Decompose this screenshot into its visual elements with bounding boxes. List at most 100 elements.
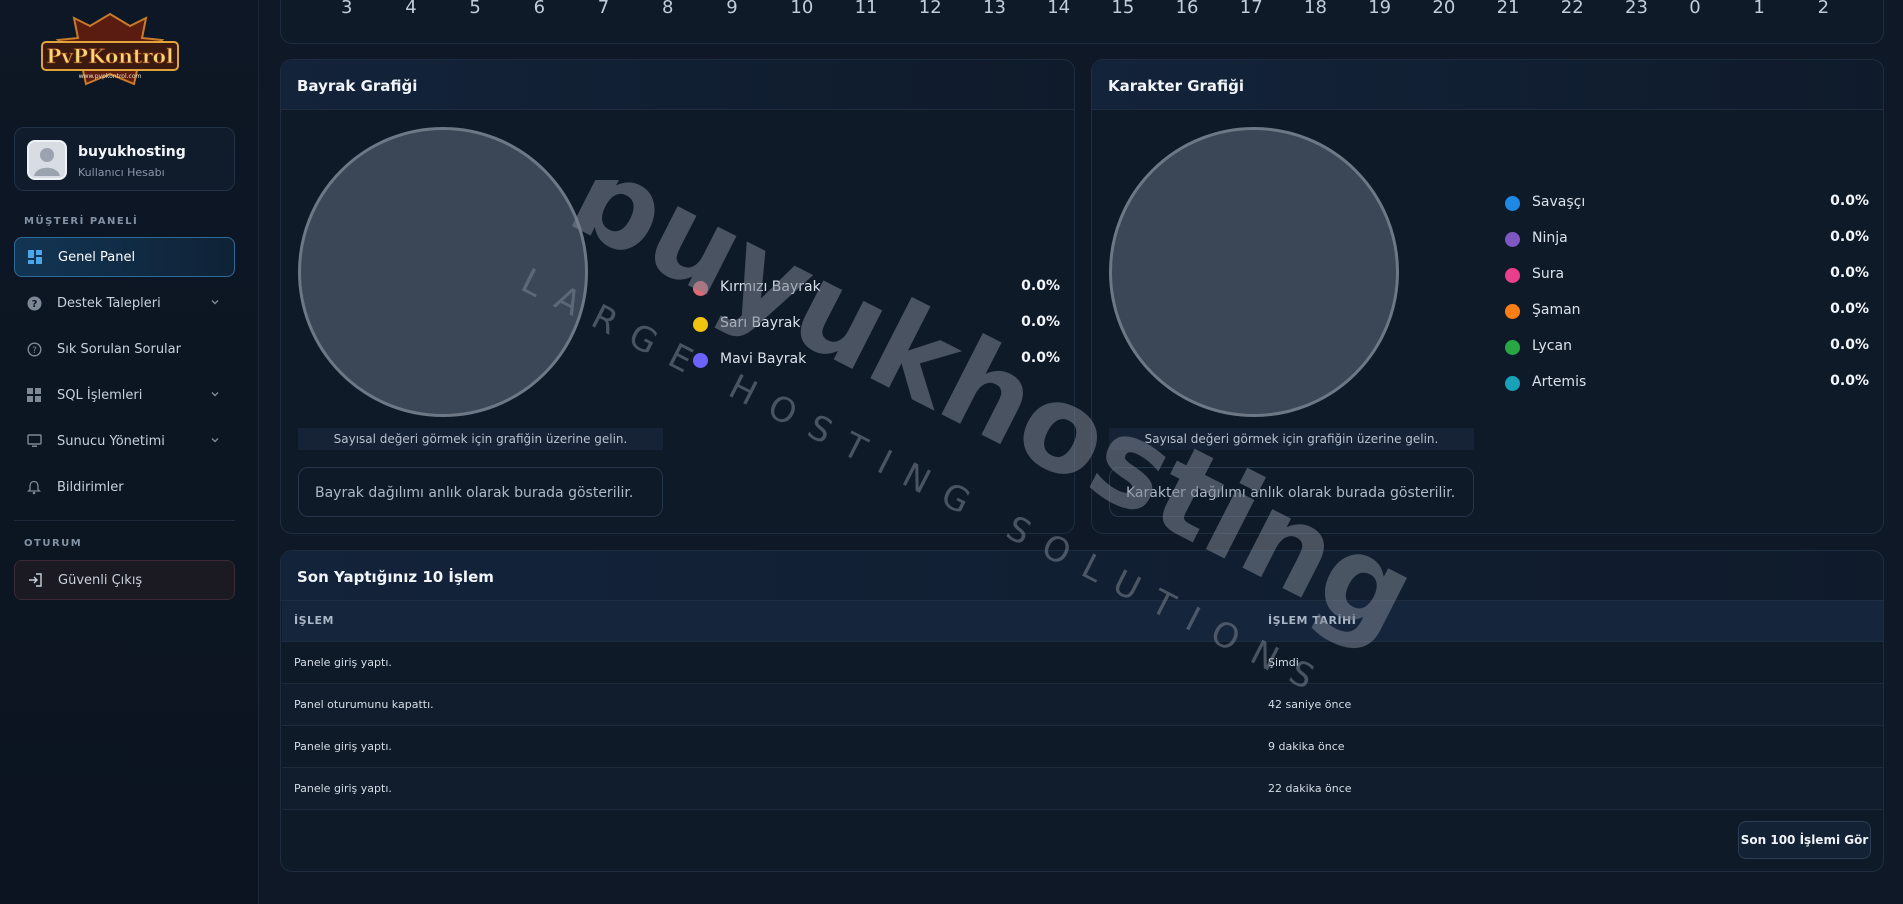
axis-tick-label: 10 [790, 0, 814, 18]
axis-tick-label: 6 [533, 0, 546, 18]
sidebar-item-sss[interactable]: ? Sık Sorulan Sorular [14, 329, 235, 369]
sidebar-item-label: Bildirimler [57, 479, 124, 495]
legend-item: Savaşçı [1505, 193, 1705, 213]
axis-tick-label: 11 [854, 0, 878, 18]
legend-dot [693, 353, 708, 368]
legend-value: 0.0% [1830, 337, 1869, 353]
axis-tick-label: 22 [1560, 0, 1584, 18]
operation-cell: Panele giriş yaptı. [282, 725, 1256, 768]
axis-tick-label: 12 [918, 0, 942, 18]
monitor-icon [26, 433, 42, 449]
user-role: Kullanıcı Hesabı [78, 166, 165, 179]
sidebar-item-label: Genel Panel [58, 249, 136, 265]
question-circle-icon: ? [26, 341, 42, 357]
date-cell: 22 dakika önce [1256, 767, 1883, 810]
section-title-session: OTURUM [24, 538, 83, 549]
axis-tick-label: 18 [1304, 0, 1327, 18]
date-cell: 9 dakika önce [1256, 725, 1883, 768]
legend-value: 0.0% [1830, 193, 1869, 209]
axis-tick-label: 20 [1432, 0, 1456, 18]
logout-button[interactable]: Güvenli Çıkış [14, 560, 235, 600]
brand-logo[interactable]: PvPKontrol www.pvpkontrol.com [38, 12, 182, 98]
axis-tick-label: 8 [662, 0, 674, 18]
legend-item: Ninja [1505, 229, 1705, 249]
flag-pie-chart[interactable] [298, 127, 588, 417]
legend-dot [1505, 196, 1520, 211]
axis-tick-label: 16 [1175, 0, 1199, 18]
svg-text:?: ? [32, 345, 37, 355]
sidebar: PvPKontrol www.pvpkontrol.com buyukhosti… [0, 0, 259, 904]
sidebar-item-sunucu-yonetimi[interactable]: Sunucu Yönetimi [14, 421, 235, 461]
sidebar-item-label: SQL İşlemleri [57, 387, 143, 403]
operation-cell: Panel oturumunu kapattı. [282, 683, 1256, 726]
axis-tick-label: 21 [1496, 0, 1520, 18]
avatar [27, 140, 67, 180]
chart-info-box: Bayrak dağılımı anlık olarak burada göst… [298, 467, 663, 517]
axis-tick-label: 15 [1111, 0, 1135, 18]
chevron-down-icon [211, 300, 219, 305]
legend-value: 0.0% [1021, 314, 1060, 330]
column-header-operation: İŞLEM [282, 601, 1256, 642]
logout-label: Güvenli Çıkış [58, 572, 143, 588]
panel-header: Bayrak Grafiği [281, 60, 1074, 110]
axis-tick-label: 1 [1753, 0, 1765, 18]
legend-value: 0.0% [1830, 265, 1869, 281]
axis-tick-label: 2 [1817, 0, 1830, 18]
legend-item: Şaman [1505, 301, 1705, 321]
section-title-customer: MÜŞTERİ PANELİ [24, 216, 139, 227]
sidebar-item-bildirimler[interactable]: Bildirimler [14, 467, 235, 507]
sidebar-divider [14, 520, 235, 521]
axis-tick-label: 0 [1689, 0, 1701, 18]
panel-header: Son Yaptığınız 10 İşlem [281, 551, 1883, 601]
logo-url-text: www.pvpkontrol.com [79, 73, 142, 80]
legend-item: Kırmızı Bayrak [693, 278, 893, 298]
legend-label: Savaşçı [1532, 194, 1586, 210]
axis-tick-label: 14 [1047, 0, 1071, 18]
legend-dot [1505, 304, 1520, 319]
dashboard-icon [27, 249, 43, 265]
table-header-row: İŞLEM İŞLEM TARİHİ [282, 601, 1883, 642]
legend-item: Mavi Bayrak [693, 350, 893, 370]
legend-label: Sarı Bayrak [720, 315, 801, 331]
hourly-axis: 3 4 5 6 7 8 9 10 11 12 13 14 15 16 17 18 19 20 21 22 23 0 1 2 [281, 0, 1881, 21]
chevron-down-icon [211, 438, 219, 443]
view-last-100-button[interactable]: Son 100 İşlemi Gör [1738, 821, 1871, 859]
sidebar-item-label: Sık Sorulan Sorular [57, 341, 181, 357]
legend-label: Lycan [1532, 338, 1572, 354]
axis-tick-label: 3 [341, 0, 353, 18]
user-name: buyukhosting [78, 144, 186, 160]
sidebar-item-sql-islemleri[interactable]: SQL İşlemleri [14, 375, 235, 415]
axis-tick-label: 17 [1239, 0, 1263, 18]
legend-value: 0.0% [1830, 301, 1869, 317]
legend-dot [1505, 232, 1520, 247]
svg-text:?: ? [31, 299, 37, 310]
logout-icon [27, 572, 43, 588]
legend-value: 0.0% [1830, 229, 1869, 245]
chart-hint: Sayısal değeri görmek için grafiğin üzer… [1109, 428, 1474, 450]
operations-table: İŞLEM İŞLEM TARİHİ Panele giriş yaptı. Ş… [282, 601, 1883, 810]
sidebar-item-destek-talepleri[interactable]: ? Destek Talepleri [14, 283, 235, 323]
sidebar-item-genel-panel[interactable]: Genel Panel [14, 237, 235, 277]
legend-dot [693, 317, 708, 332]
column-header-date: İŞLEM TARİHİ [1256, 601, 1883, 642]
panel-header: Karakter Grafiği [1092, 60, 1883, 110]
legend-dot [1505, 340, 1520, 355]
legend-item: Sarı Bayrak [693, 314, 893, 334]
panel-title: Karakter Grafiği [1108, 77, 1245, 95]
axis-tick-label: 23 [1625, 0, 1648, 18]
axis-tick-label: 7 [597, 0, 610, 18]
date-cell: 42 saniye önce [1256, 683, 1883, 726]
legend-label: Artemis [1532, 374, 1587, 390]
legend-item: Artemis [1505, 373, 1705, 393]
axis-tick-label: 13 [983, 0, 1006, 18]
sidebar-item-label: Destek Talepleri [57, 295, 161, 311]
legend-label: Şaman [1532, 302, 1581, 318]
character-pie-chart[interactable] [1109, 127, 1399, 417]
user-card[interactable]: buyukhosting Kullanıcı Hesabı [14, 127, 235, 191]
chart-info-box: Karakter dağılımı anlık olarak burada gö… [1109, 467, 1474, 517]
legend-label: Sura [1532, 266, 1565, 282]
chevron-down-icon [211, 392, 219, 397]
legend-label: Ninja [1532, 230, 1568, 246]
table-row: Panel oturumunu kapattı. 42 saniye önce [282, 683, 1883, 726]
operation-cell: Panele giriş yaptı. [282, 767, 1256, 810]
